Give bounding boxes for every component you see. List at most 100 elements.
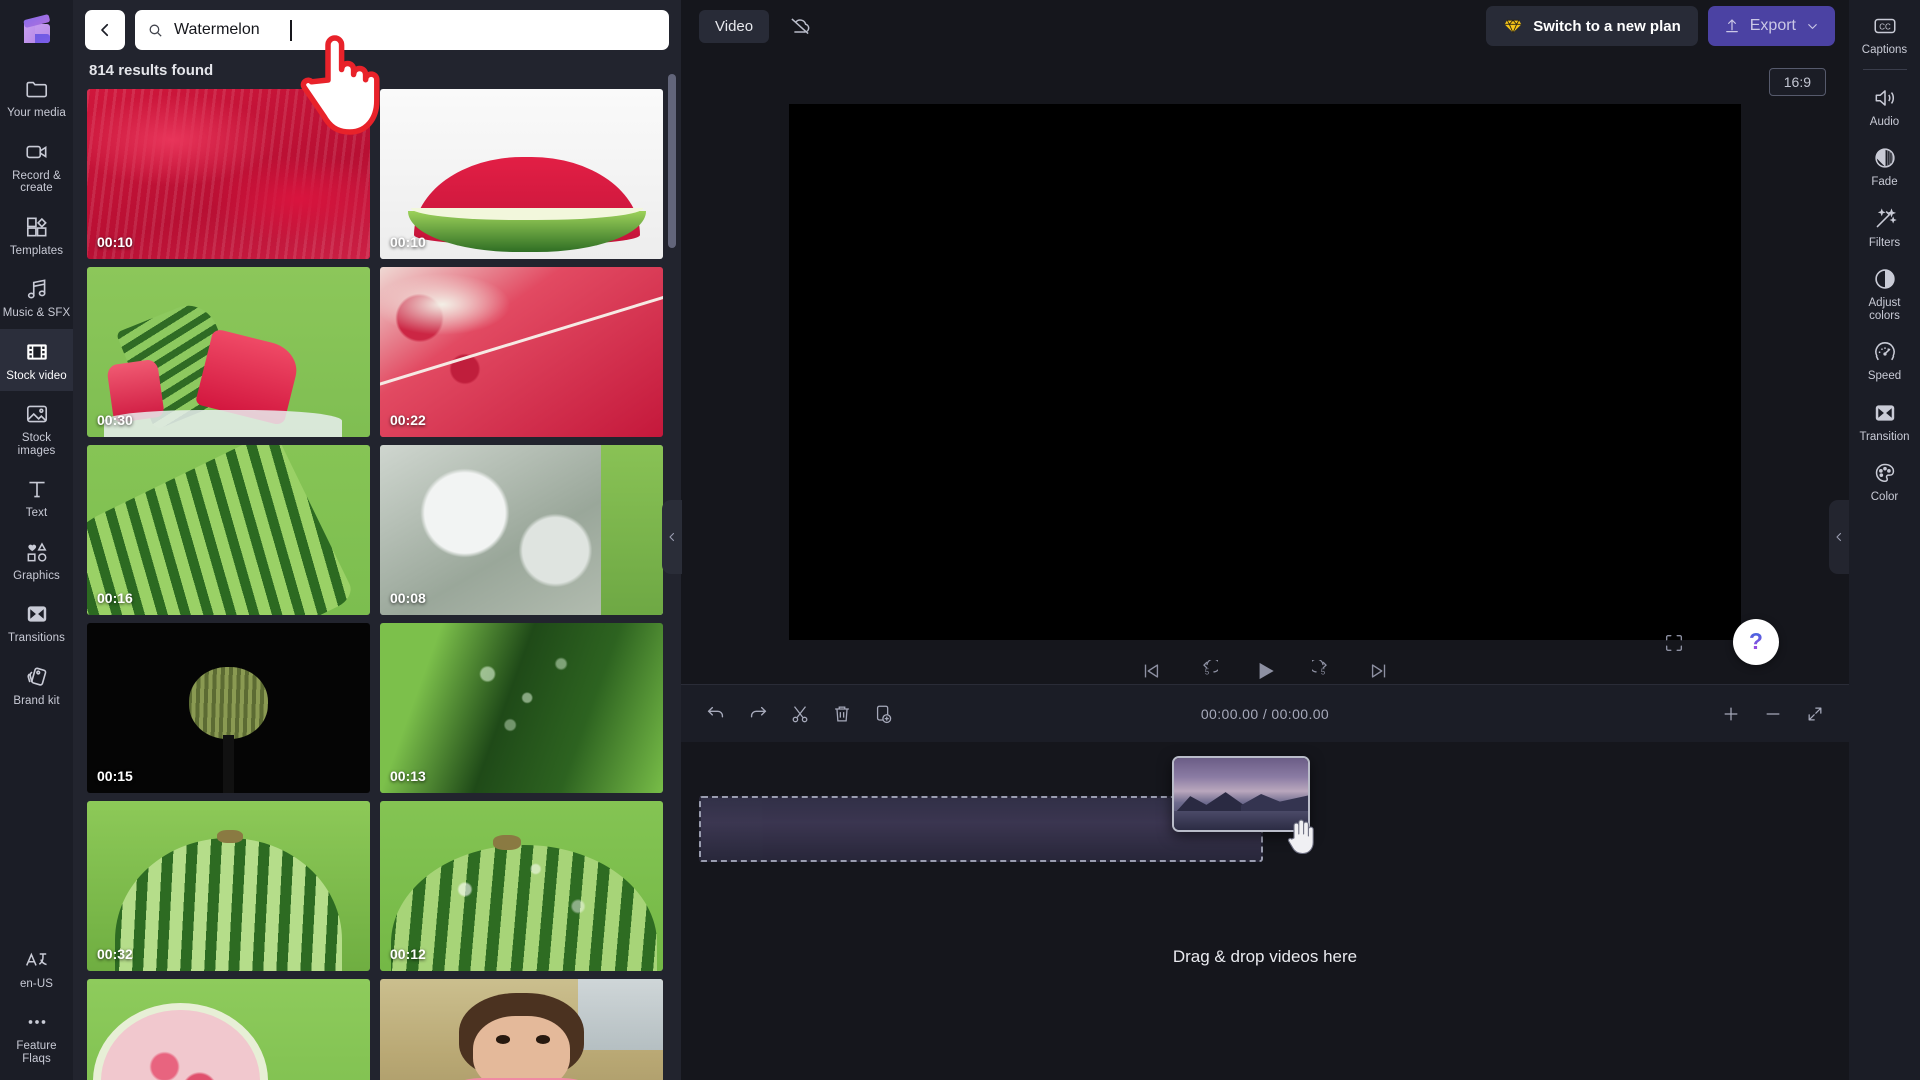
filters-wand-icon — [1872, 206, 1898, 232]
panel-item-label: Audio — [1869, 115, 1900, 128]
search-field-wrapper[interactable] — [135, 10, 669, 50]
panel-item-label: Color — [1870, 491, 1899, 503]
panel-item-speed[interactable]: Speed — [1849, 330, 1920, 391]
skip-to-end-button[interactable] — [1368, 660, 1390, 682]
right-panel-collapse-handle[interactable] — [1829, 500, 1849, 574]
stock-video-card[interactable]: 00:16 — [87, 445, 370, 615]
sidebar-item-label: en-US — [19, 977, 54, 990]
chevron-left-icon — [1836, 532, 1842, 542]
upload-icon — [1725, 19, 1738, 33]
stock-video-card[interactable]: 00:25 — [87, 979, 370, 1080]
delete-button[interactable] — [831, 703, 853, 725]
templates-icon — [24, 214, 50, 240]
fade-icon — [1872, 145, 1898, 171]
sidebar-item-transitions[interactable]: Transitions — [0, 591, 73, 654]
sidebar-item-feature-flags[interactable]: Feature Flaqs — [0, 999, 73, 1074]
chevron-down-icon — [1808, 23, 1817, 29]
panel-item-label: Captions — [1861, 44, 1908, 56]
panel-item-color[interactable]: Color — [1849, 451, 1920, 512]
thumbnail-art — [380, 801, 663, 971]
adjust-colors-icon — [1872, 266, 1898, 292]
sidebar-item-music-sfx[interactable]: Music & SFX — [0, 266, 73, 329]
library-collapse-handle[interactable] — [662, 500, 682, 574]
video-preview-canvas[interactable] — [789, 104, 1741, 640]
panel-item-audio[interactable]: Audio — [1849, 76, 1920, 137]
help-button[interactable]: ? — [1733, 619, 1779, 665]
undo-button[interactable] — [705, 703, 727, 725]
thumbnail-art — [87, 445, 370, 615]
sidebar-item-stock-video[interactable]: Stock video — [0, 328, 73, 391]
panel-item-fade[interactable]: Fade — [1849, 136, 1920, 197]
stock-video-grid: 00:10 00:10 00:30 00:22 00:16 00:08 00:1… — [73, 89, 681, 1080]
drop-hint-label: Drag & drop videos here — [1172, 947, 1358, 966]
timeline-track-area[interactable]: Drag & drop videos here — [681, 742, 1849, 1080]
rewind-5-button[interactable]: 5 — [1196, 660, 1218, 682]
timeline-toolbar: 00:00.00 / 00:00.00 — [681, 684, 1849, 742]
graphics-shapes-icon — [24, 539, 50, 565]
captions-icon: CC — [1872, 13, 1898, 39]
stock-video-card[interactable]: 00:32 — [87, 801, 370, 971]
stock-video-card[interactable]: 00:13 — [380, 623, 663, 793]
sidebar-item-label: Record & create — [12, 169, 61, 195]
switch-plan-button[interactable]: Switch to a new plan — [1486, 6, 1698, 46]
sidebar-item-label: Templates — [9, 244, 64, 257]
panel-item-captions[interactable]: CC Captions — [1849, 4, 1920, 65]
duplicate-button[interactable] — [873, 703, 895, 725]
top-toolbar: Video Switch to a new plan Export — [681, 0, 1849, 52]
cloud-off-icon[interactable] — [787, 13, 813, 39]
stock-video-card[interactable]: 00:22 — [380, 267, 663, 437]
clapperboard-logo — [17, 8, 57, 48]
sidebar-item-graphics[interactable]: Graphics — [0, 529, 73, 592]
forward-5-button[interactable]: 5 — [1312, 660, 1334, 682]
stock-video-card[interactable]: 00:12 — [380, 801, 663, 971]
sidebar-item-brand-kit[interactable]: Brand kit — [0, 654, 73, 717]
skip-to-start-button[interactable] — [1140, 660, 1162, 682]
sidebar-item-label: Brand kit — [13, 694, 60, 707]
right-properties-panel: CC Captions Audio Fade Filters Adjust co… — [1849, 0, 1920, 1080]
play-button[interactable] — [1252, 658, 1278, 684]
svg-text:?: ? — [1749, 629, 1763, 654]
sidebar-item-record-create[interactable]: Record & create — [0, 129, 73, 204]
stock-video-card[interactable]: 00:14 — [380, 979, 663, 1080]
sidebar-item-templates[interactable]: Templates — [0, 204, 73, 267]
aspect-ratio-badge[interactable]: 16:9 — [1768, 68, 1826, 96]
panel-item-filters[interactable]: Filters — [1849, 197, 1920, 258]
gem-icon — [1504, 19, 1522, 34]
sidebar-nav-list: Your media Record & create Templates Mus… — [0, 66, 73, 716]
back-button[interactable] — [85, 10, 125, 50]
chevron-left-icon — [669, 532, 675, 542]
search-icon — [149, 24, 162, 37]
split-button[interactable] — [789, 703, 811, 725]
sidebar-item-label: Stock images — [17, 432, 56, 457]
sidebar-item-label: Transitions — [8, 632, 65, 644]
library-scrollbar-thumb[interactable] — [668, 74, 676, 248]
sidebar-item-language[interactable]: en-US — [0, 937, 73, 1000]
sidebar-item-label: Music & SFX — [2, 307, 71, 319]
zoom-out-button[interactable] — [1763, 704, 1783, 724]
sidebar-item-text[interactable]: Text — [0, 466, 73, 529]
search-input[interactable] — [174, 21, 657, 39]
zoom-fit-button[interactable] — [1805, 704, 1825, 724]
redo-button[interactable] — [747, 703, 769, 725]
panel-item-transition[interactable]: Transition — [1849, 391, 1920, 452]
panel-item-label: Fade — [1871, 176, 1898, 188]
panel-item-label: Adjust colors — [1868, 297, 1901, 322]
audio-icon — [1872, 85, 1898, 111]
panel-item-adjust-colors[interactable]: Adjust colors — [1849, 257, 1920, 330]
stock-video-card[interactable]: 00:10 — [380, 89, 663, 259]
stock-video-card[interactable]: 00:08 — [380, 445, 663, 615]
export-label: Export — [1749, 17, 1796, 34]
transition-icon — [1872, 400, 1898, 426]
color-palette-icon — [1872, 460, 1898, 486]
thumbnail-art — [380, 445, 663, 615]
zoom-in-button[interactable] — [1721, 704, 1741, 724]
stock-video-card[interactable]: 00:15 — [87, 623, 370, 793]
stock-video-card[interactable]: 00:30 — [87, 267, 370, 437]
thumbnail-art — [87, 979, 370, 1080]
project-name-chip[interactable]: Video — [699, 9, 770, 43]
svg-text:CC: CC — [1879, 22, 1891, 31]
export-button[interactable]: Export — [1707, 6, 1835, 46]
sidebar-item-your-media[interactable]: Your media — [0, 66, 73, 129]
fullscreen-button[interactable] — [1663, 632, 1685, 654]
sidebar-item-stock-images[interactable]: Stock images — [0, 391, 73, 466]
